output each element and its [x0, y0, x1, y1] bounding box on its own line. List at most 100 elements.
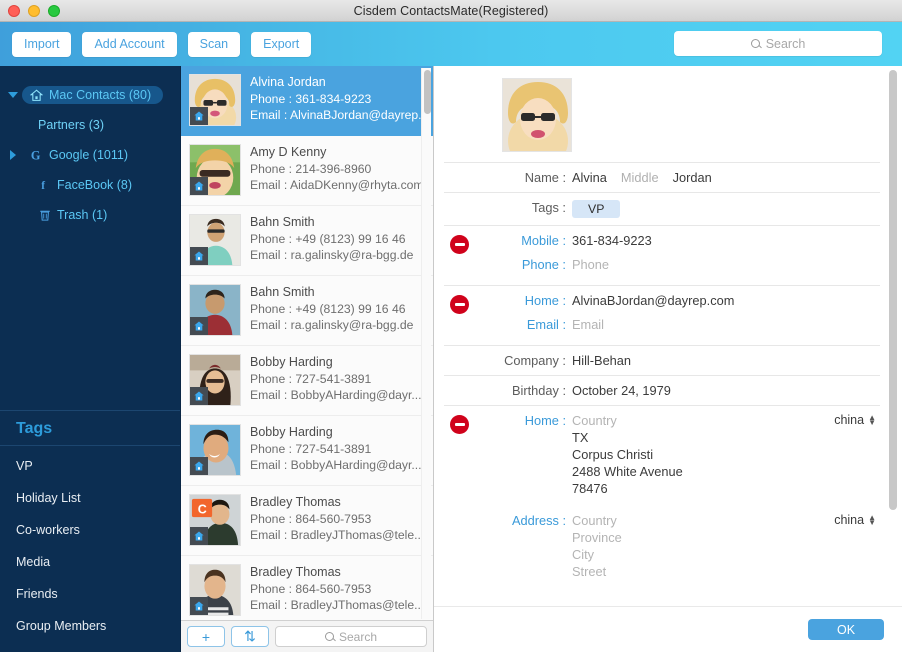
address-country-value: china [834, 513, 865, 527]
home-icon [190, 177, 208, 195]
birthday-field[interactable]: October 24, 1979 [572, 383, 671, 398]
detail-row-tags: Tags : VP [444, 192, 880, 225]
detail-row-name: Name : Alvina Middle Jordan [444, 162, 880, 192]
add-account-button[interactable]: Add Account [82, 31, 177, 57]
address-city-field[interactable]: City [572, 547, 622, 562]
global-search-input[interactable]: Search [674, 31, 882, 56]
address-country-select[interactable]: china ▲ ▼ [834, 513, 876, 527]
sidebar-item-trash[interactable]: Trash (1) [0, 200, 180, 230]
tag-chip-vp[interactable]: VP [572, 200, 621, 218]
middle-name-field[interactable]: Middle [621, 170, 659, 185]
sidebar-item-partners[interactable]: Partners (3) [0, 110, 180, 140]
sidebar-item-facebook[interactable]: f FaceBook (8) [0, 170, 180, 200]
contact-list-item[interactable]: Bahn Smith Phone : +49 (8123) 99 16 46 E… [181, 206, 433, 276]
home-address-state-field[interactable]: TX [572, 430, 683, 445]
last-name-field[interactable]: Jordan [673, 170, 712, 185]
sidebar-tag-media[interactable]: Media [0, 546, 180, 578]
contact-photo[interactable] [502, 78, 572, 152]
sort-contacts-button[interactable]: ⇅ [231, 626, 269, 647]
contact-email: Email : AlvinaBJordan@dayrep. [250, 108, 422, 122]
contact-list-item[interactable]: Alvina Jordan Phone : 361-834-9223 Email… [181, 66, 433, 136]
contact-photo-wrap [444, 66, 880, 162]
mobile-field[interactable]: 361-834-9223 [572, 233, 652, 248]
svg-text:G: G [30, 148, 40, 162]
contact-email: Email : BobbyAHarding@dayr... [250, 388, 422, 402]
sidebar-tag-vp[interactable]: VP [0, 450, 180, 482]
address-label[interactable]: Address : [444, 513, 572, 528]
phone-field[interactable]: Phone [572, 257, 609, 272]
detail-row-birthday: Birthday : October 24, 1979 [444, 375, 880, 405]
tags-label: Tags : [531, 200, 566, 215]
contact-list-search-input[interactable]: Search [275, 626, 427, 647]
home-icon [190, 247, 208, 265]
email-field[interactable]: Email [572, 317, 604, 332]
scan-button[interactable]: Scan [187, 31, 241, 57]
app-window: Cisdem ContactsMate(Registered) Import A… [0, 0, 902, 652]
company-label: Company : [504, 353, 566, 368]
sidebar-tag-co-workers[interactable]: Co-workers [0, 514, 180, 546]
contact-list-item[interactable]: Amy D Kenny Phone : 214-396-8960 Email :… [181, 136, 433, 206]
avatar [189, 144, 241, 196]
remove-address-button[interactable] [450, 415, 469, 434]
contact-list-item[interactable]: Bobby Harding Phone : 727-541-3891 Email… [181, 346, 433, 416]
company-field[interactable]: Hill-Behan [572, 353, 631, 368]
export-button[interactable]: Export [251, 31, 312, 57]
contact-list-item[interactable]: Bradley Thomas Phone : 864-560-7953 Emai… [181, 556, 433, 620]
ok-button[interactable]: OK [808, 619, 884, 640]
contact-list-scrollbar[interactable] [421, 68, 431, 619]
search-icon [324, 632, 334, 641]
window-title: Cisdem ContactsMate(Registered) [353, 3, 549, 18]
chevron-right-icon[interactable] [10, 150, 16, 160]
svg-text:C: C [198, 502, 207, 516]
scrollbar-thumb[interactable] [889, 70, 897, 510]
home-icon [190, 457, 208, 475]
contact-list-footer: + ⇅ Search [181, 620, 433, 652]
contact-list[interactable]: Alvina Jordan Phone : 361-834-9223 Email… [181, 66, 433, 620]
import-button[interactable]: Import [12, 31, 72, 57]
sidebar-item-google[interactable]: G Google (1011) [0, 140, 180, 170]
home-address-city-field[interactable]: Corpus Christi [572, 447, 683, 462]
search-icon [750, 39, 760, 48]
add-contact-button[interactable]: + [187, 626, 225, 647]
home-icon [190, 107, 208, 125]
contact-name: Bahn Smith [250, 285, 315, 299]
home-icon [190, 527, 208, 545]
contact-list-item[interactable]: C Bradley Thomas Phone : 864-560-7953 Em… [181, 486, 433, 556]
sidebar-item-mac-contacts[interactable]: Mac Contacts (80) [0, 80, 180, 110]
contact-email: Email : ra.galinsky@ra-bgg.de [250, 318, 414, 332]
sidebar-tag-friends[interactable]: Friends [0, 578, 180, 610]
home-address-zip-field[interactable]: 78476 [572, 481, 683, 496]
remove-phone-button[interactable] [450, 235, 469, 254]
contact-list-item[interactable]: Bobby Harding Phone : 727-541-3891 Email… [181, 416, 433, 486]
address-country-field[interactable]: Country [572, 513, 622, 528]
scrollbar-thumb[interactable] [424, 70, 431, 114]
home-address-stack: Country TX Corpus Christi 2488 White Ave… [572, 413, 683, 498]
remove-email-button[interactable] [450, 295, 469, 314]
detail-scrollbar[interactable] [887, 70, 898, 600]
contact-phone: Phone : 727-541-3891 [250, 442, 372, 456]
sidebar: Mac Contacts (80) Partners (3) G Google … [0, 66, 181, 652]
avatar [189, 354, 241, 406]
phone-label[interactable]: Phone : [444, 257, 572, 272]
trash-icon [37, 208, 52, 222]
chevron-updown-icon: ▲ ▼ [868, 513, 876, 527]
email-label[interactable]: Email : [444, 317, 572, 332]
google-icon: G [29, 148, 44, 162]
home-address-country-select[interactable]: china ▲ ▼ [834, 413, 876, 427]
address-street-field[interactable]: Street [572, 564, 622, 579]
sidebar-tag-group-members[interactable]: Group Members [0, 610, 180, 642]
home-icon [190, 597, 208, 615]
first-name-field[interactable]: Alvina [572, 170, 607, 185]
contact-email: Email : AidaDKenny@rhyta.com [250, 178, 424, 192]
sidebar-tag-holiday-list[interactable]: Holiday List [0, 482, 180, 514]
chevron-down-icon[interactable] [8, 92, 18, 98]
home-email-field[interactable]: AlvinaBJordan@dayrep.com [572, 293, 734, 308]
contact-name: Bobby Harding [250, 355, 333, 369]
contact-email: Email : ra.galinsky@ra-bgg.de [250, 248, 414, 262]
home-address-street-field[interactable]: 2488 White Avenue [572, 464, 683, 479]
contact-detail-scroll[interactable]: Name : Alvina Middle Jordan Tags : VP Mo… [434, 66, 902, 606]
contact-name: Bradley Thomas [250, 495, 341, 509]
contact-list-item[interactable]: Bahn Smith Phone : +49 (8123) 99 16 46 E… [181, 276, 433, 346]
address-province-field[interactable]: Province [572, 530, 622, 545]
home-address-country-field[interactable]: Country [572, 413, 683, 428]
